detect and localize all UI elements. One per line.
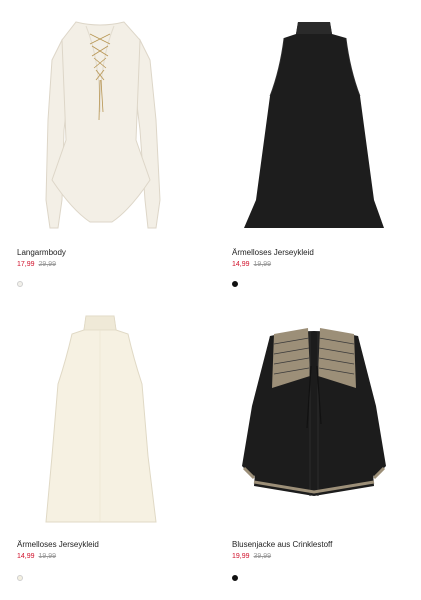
black-sleeveless-dress-icon	[244, 22, 384, 228]
color-swatch[interactable]	[232, 281, 238, 287]
product-prices: 17,99 29,99	[17, 260, 56, 269]
product-prices: 14,99 19,99	[232, 260, 271, 269]
color-swatch[interactable]	[17, 281, 23, 287]
color-swatch[interactable]	[17, 575, 23, 581]
product-prices: 19,99 39,99	[232, 552, 271, 561]
sale-price: 19,99	[232, 553, 250, 560]
product-name[interactable]: Ärmelloses Jerseykleid	[17, 540, 99, 550]
product-name[interactable]: Langarmbody	[17, 248, 66, 258]
sale-price: 14,99	[232, 261, 250, 268]
original-price: 19,99	[253, 261, 272, 268]
white-laceup-bodysuit-icon	[45, 21, 161, 229]
product-name[interactable]: Blusenjacke aus Crinklestoff	[232, 540, 332, 550]
cream-sleeveless-dress-icon	[45, 315, 157, 523]
sale-price: 17,99	[17, 261, 35, 268]
product-name[interactable]: Ärmelloses Jerseykleid	[232, 248, 314, 258]
original-price: 39,99	[253, 553, 272, 560]
original-price: 19,99	[38, 553, 57, 560]
product-prices: 14,99 19,99	[17, 552, 56, 561]
black-embroidered-blouse-jacket-icon	[242, 328, 386, 496]
original-price: 29,99	[38, 261, 57, 268]
product-image[interactable]	[214, 0, 414, 236]
product-image[interactable]	[0, 296, 200, 532]
product-image[interactable]	[214, 296, 414, 532]
sale-price: 14,99	[17, 553, 35, 560]
product-image[interactable]	[0, 0, 200, 236]
color-swatch[interactable]	[232, 575, 238, 581]
